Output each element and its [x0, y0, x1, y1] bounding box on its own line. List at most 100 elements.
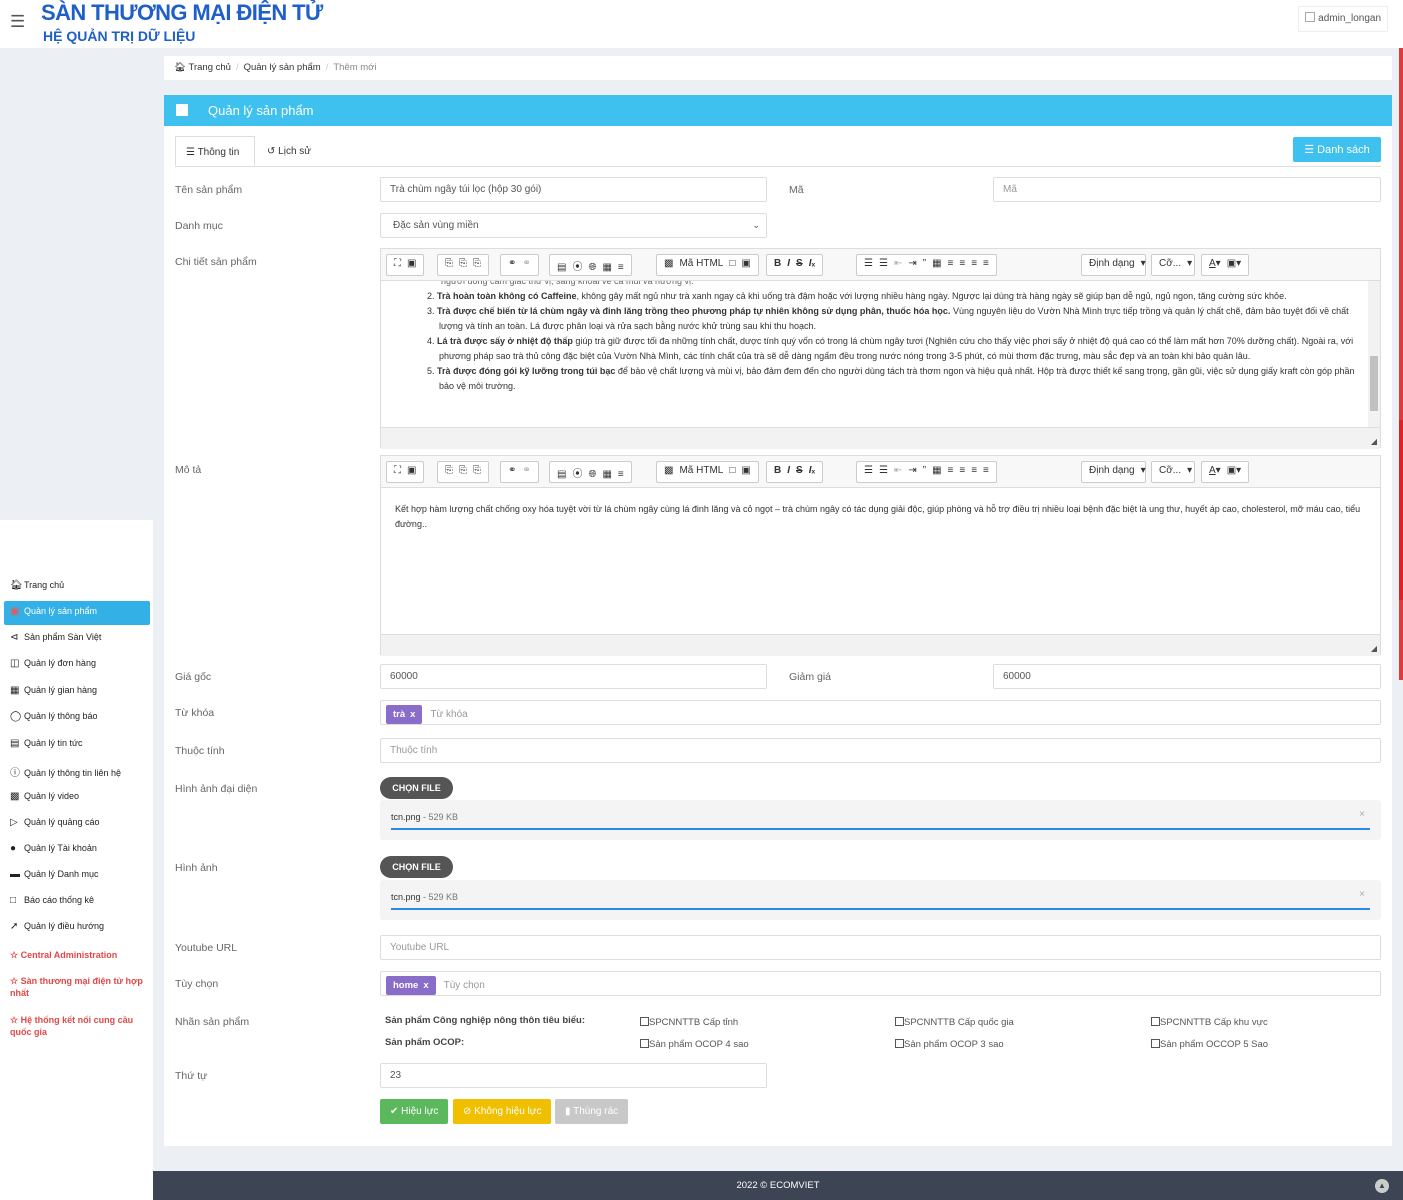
- paste-text-icon[interactable]: ⎘: [459, 258, 467, 269]
- preview-icon[interactable]: ▣: [741, 465, 750, 476]
- detail-scrollbar[interactable]: [1368, 281, 1380, 427]
- italic-icon[interactable]: I: [787, 258, 790, 269]
- breadcrumb-home[interactable]: Trang chủ: [189, 62, 231, 73]
- indent-icon[interactable]: ⇥: [908, 258, 916, 269]
- div-icon[interactable]: ▦: [932, 465, 941, 476]
- breadcrumb-section[interactable]: Quản lý sản phẩm: [244, 62, 321, 73]
- tag-remove-icon[interactable]: x: [410, 709, 415, 720]
- detail-editor[interactable]: ⛶ ▣ ⎘ ⎘ ⎘ ⚭ ⚭ ▤ ⦿ 🌐︎ ▦ ≡ ▩ Mã HTML □ ▣ B I S Iₓ ☰ ☰ ⇤ ⇥” ▦…: [380, 248, 1381, 449]
- order-input[interactable]: 23: [380, 1063, 767, 1088]
- bulleted-list-icon[interactable]: ☰: [879, 465, 888, 476]
- source-button[interactable]: Mã HTML: [679, 258, 723, 269]
- remove-format-icon[interactable]: Iₓ: [809, 465, 815, 476]
- sidebar-item-stores[interactable]: ▦ Quản lý gian hàng: [4, 680, 150, 704]
- tag-remove-icon[interactable]: x: [423, 980, 428, 991]
- horizontal-rule-icon[interactable]: ≡: [618, 469, 624, 480]
- bulleted-list-icon[interactable]: ☰: [879, 258, 888, 269]
- sidebar-item-categories[interactable]: ▬ Quản lý Danh mục: [4, 864, 150, 888]
- checkbox-cnnt-region[interactable]: SPCNNTTB Cấp khu vực: [1151, 1017, 1268, 1028]
- bg-color-icon[interactable]: ▣▾: [1227, 465, 1241, 476]
- keyword-input[interactable]: trà x Từ khóa: [380, 700, 1381, 725]
- align-right-icon[interactable]: ≡: [971, 465, 977, 476]
- detail-content[interactable]: người uống cảm giác thư vị, sảng khoái v…: [381, 281, 1380, 427]
- sidebar-item-video[interactable]: ▩ Quản lý video: [4, 786, 150, 810]
- name-input[interactable]: Trà chùm ngây túi lọc (hộp 30 gói): [380, 177, 767, 202]
- justify-icon[interactable]: ≡: [983, 258, 989, 269]
- strike-icon[interactable]: S: [796, 465, 803, 476]
- avatar-choose-file-button[interactable]: CHỌN FILE: [380, 777, 453, 799]
- checkbox-ocop-3[interactable]: Sản phẩm OCOP 3 sao: [895, 1039, 1004, 1050]
- trash-button[interactable]: ▮ Thùng rác: [555, 1099, 629, 1124]
- numbered-list-icon[interactable]: ☰: [864, 465, 873, 476]
- user-menu[interactable]: admin_longan: [1298, 6, 1388, 32]
- sidebar-item-home[interactable]: 🏠︎Trang chủ: [4, 575, 150, 599]
- resize-grip-icon[interactable]: ◢: [1371, 437, 1377, 446]
- horizontal-rule-icon[interactable]: ≡: [618, 262, 624, 273]
- option-input[interactable]: home x Tùy chọn: [380, 971, 1381, 996]
- unlink-icon[interactable]: ⚭: [522, 465, 530, 476]
- checkbox-ocop-4[interactable]: Sản phẩm OCOP 4 sao: [640, 1039, 749, 1050]
- sidebar-link-supply[interactable]: ☆ Hệ thống kết nối cung cầu quốc gia: [10, 1014, 150, 1038]
- tab-history[interactable]: ↺ Lịch sử: [257, 136, 327, 166]
- paste-icon[interactable]: ⎘: [445, 258, 453, 269]
- align-left-icon[interactable]: ≡: [948, 465, 954, 476]
- remove-file-icon[interactable]: ×: [1359, 889, 1365, 900]
- desc-editor[interactable]: ⛶ ▣ ⎘ ⎘ ⎘ ⚭ ⚭ ▤ ⦿ 🌐︎ ▦ ≡ ▩ Mã HTML □ ▣ B I S Iₓ ☰ ☰ ⇤ ⇥” ▦…: [380, 455, 1381, 656]
- format-dropdown[interactable]: Định dạng ▾: [1081, 254, 1146, 276]
- activate-button[interactable]: ✔ Hiệu lực: [380, 1099, 449, 1124]
- checkbox-ocop-5[interactable]: Sản phẩm OCCOP 5 Sao: [1151, 1039, 1268, 1050]
- sidebar-link-merged[interactable]: ☆ Sàn thương mại điện tử hợp nhất: [10, 975, 150, 999]
- sidebar-item-notifications[interactable]: ◯ Quản lý thông báo: [4, 706, 150, 730]
- sidebar-item-reports[interactable]: □ Báo cáo thống kê: [4, 890, 150, 914]
- sidebar-item-products[interactable]: ▣ Quản lý sản phẩm: [4, 601, 150, 625]
- brand-title[interactable]: SÀN THƯƠNG MẠI ĐIỆN TỬ: [41, 0, 323, 26]
- source-button[interactable]: Mã HTML: [679, 465, 723, 476]
- category-select[interactable]: Đặc sản vùng miền ⌄: [380, 213, 767, 238]
- image-choose-file-button[interactable]: CHỌN FILE: [380, 856, 453, 878]
- indent-icon[interactable]: ⇥: [908, 465, 916, 476]
- globe-icon[interactable]: 🌐︎: [588, 469, 596, 480]
- show-blocks-icon[interactable]: ▣: [407, 465, 416, 476]
- sidebar-item-ads[interactable]: ▷ Quản lý quảng cáo: [4, 812, 150, 836]
- sidebar-item-accounts[interactable]: ● Quản lý Tài khoản: [4, 838, 150, 862]
- page-scrollbar-thumb[interactable]: [1399, 420, 1403, 600]
- align-right-icon[interactable]: ≡: [971, 258, 977, 269]
- align-center-icon[interactable]: ≡: [959, 465, 965, 476]
- youtube-input[interactable]: Youtube URL: [380, 935, 1381, 960]
- italic-icon[interactable]: I: [787, 465, 790, 476]
- bold-icon[interactable]: B: [774, 465, 781, 476]
- attribute-input[interactable]: Thuộc tính: [380, 738, 1381, 763]
- maximize-icon[interactable]: ⛶: [394, 258, 401, 269]
- tab-info[interactable]: ☰ Thông tin: [175, 136, 255, 166]
- table-icon[interactable]: ▦: [602, 262, 611, 273]
- strike-icon[interactable]: S: [796, 258, 803, 269]
- checkbox-cnnt-national[interactable]: SPCNNTTB Cấp quốc gia: [895, 1017, 1014, 1028]
- sidebar-item-orders[interactable]: ◫ Quản lý đơn hàng: [4, 653, 150, 677]
- sidebar-item-news[interactable]: ▤ Quản lý tin tức: [4, 733, 150, 757]
- blockquote-icon[interactable]: ”: [923, 258, 926, 269]
- bold-icon[interactable]: B: [774, 258, 781, 269]
- align-left-icon[interactable]: ≡: [948, 258, 954, 269]
- text-color-icon[interactable]: A▾: [1209, 465, 1221, 476]
- link-icon[interactable]: ⚭: [508, 258, 516, 269]
- sidebar-item-contact[interactable]: ⓘ Quản lý thông tin liên hệ: [4, 759, 150, 783]
- globe-icon[interactable]: 🌐︎: [588, 262, 596, 273]
- table-icon[interactable]: ▦: [602, 469, 611, 480]
- discount-input[interactable]: 60000: [993, 664, 1381, 689]
- align-center-icon[interactable]: ≡: [959, 258, 965, 269]
- numbered-list-icon[interactable]: ☰: [864, 258, 873, 269]
- bg-color-icon[interactable]: ▣▾: [1227, 258, 1241, 269]
- unlink-icon[interactable]: ⚭: [522, 258, 530, 269]
- checkbox-cnnt-province[interactable]: SPCNNTTB Cấp tỉnh: [640, 1017, 738, 1028]
- code-input[interactable]: Mã: [993, 177, 1381, 202]
- link-icon[interactable]: ⚭: [508, 465, 516, 476]
- sidebar-link-central[interactable]: ☆ Central Administration: [10, 949, 150, 961]
- text-color-icon[interactable]: A▾: [1209, 258, 1221, 269]
- sidebar-item-sanviet[interactable]: ⊲ Sản phẩm Sàn Việt: [4, 627, 150, 651]
- format-dropdown[interactable]: Định dạng ▾: [1081, 461, 1146, 483]
- paste-word-icon[interactable]: ⎘: [473, 465, 481, 476]
- remove-format-icon[interactable]: Iₓ: [809, 258, 815, 269]
- deactivate-button[interactable]: ⊘ Không hiệu lực: [453, 1099, 552, 1124]
- outdent-icon[interactable]: ⇤: [894, 465, 902, 476]
- new-page-icon[interactable]: □: [729, 465, 735, 476]
